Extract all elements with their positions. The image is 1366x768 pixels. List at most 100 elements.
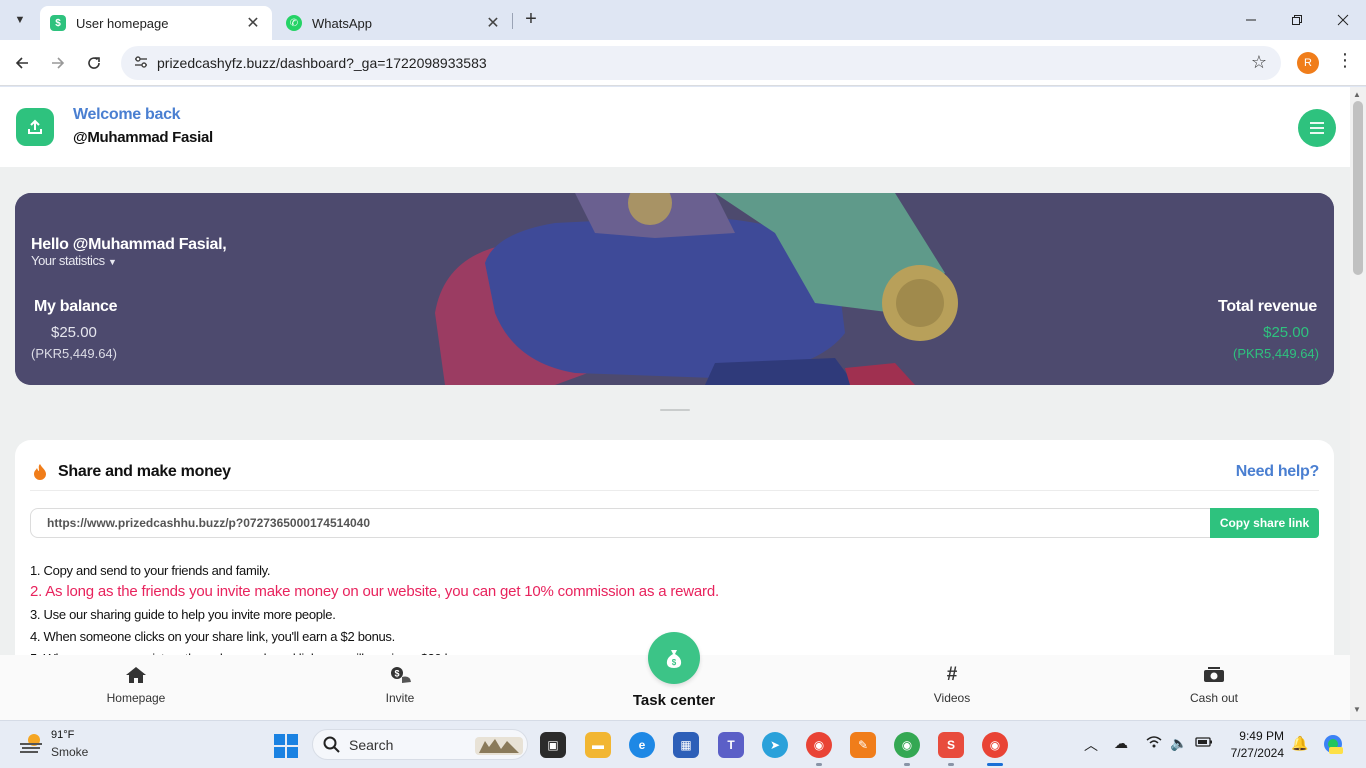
- file-explorer-icon[interactable]: ▬: [585, 732, 611, 758]
- copilot-icon[interactable]: [1322, 733, 1344, 758]
- revenue-usd: $25.00: [1263, 324, 1309, 341]
- telegram-icon[interactable]: ➤: [762, 732, 788, 758]
- close-tab-icon[interactable]: ✕: [244, 13, 262, 33]
- chrome-profile-icon[interactable]: ◉: [894, 732, 920, 758]
- statistics-toggle[interactable]: Your statistics ▼: [31, 253, 117, 268]
- weather-condition: Smoke: [51, 745, 89, 759]
- clock-date[interactable]: 7/27/2024: [1226, 746, 1284, 760]
- tab-search-button[interactable]: ▼: [8, 8, 32, 32]
- weather-widget[interactable]: [18, 732, 44, 756]
- taskbar-search[interactable]: Search: [312, 729, 528, 760]
- greeting-text: Hello @Muhammad Fasial,: [31, 236, 227, 253]
- volume-icon[interactable]: 🔈: [1170, 735, 1187, 752]
- scroll-down-icon[interactable]: ▼: [1353, 705, 1361, 714]
- show-hidden-icons-chevron[interactable]: ︿: [1084, 735, 1098, 755]
- chrome-icon[interactable]: ◉: [806, 732, 832, 758]
- back-button[interactable]: [9, 50, 35, 76]
- rule-item: 3. Use our sharing guide to help you inv…: [30, 607, 336, 622]
- app-indicator: [904, 763, 910, 766]
- wifi-icon[interactable]: [1146, 735, 1162, 752]
- app-header: Welcome back @Muhammad Fasial: [0, 87, 1350, 167]
- cash-icon: [1202, 665, 1226, 685]
- tab-user-homepage[interactable]: $ User homepage ✕: [40, 6, 272, 40]
- scrollbar-thumb[interactable]: [1353, 101, 1363, 275]
- revenue-pkr: (PKR5,449.64): [1233, 346, 1319, 361]
- tab-title: User homepage: [76, 15, 169, 31]
- bookmark-star-icon[interactable]: ☆: [1251, 52, 1267, 73]
- svg-text:$: $: [672, 658, 677, 667]
- close-window-button[interactable]: [1320, 6, 1366, 34]
- teams-icon[interactable]: T: [718, 732, 744, 758]
- hamburger-icon: [1310, 122, 1324, 134]
- invite-icon: $: [388, 665, 412, 685]
- minimize-button[interactable]: [1228, 6, 1274, 34]
- wallet-illustration: [15, 193, 1334, 385]
- task-center-label[interactable]: Task center: [624, 692, 724, 709]
- hamburger-menu-button[interactable]: [1298, 109, 1336, 147]
- restore-button[interactable]: [1274, 6, 1320, 34]
- balance-usd: $25.00: [51, 324, 97, 341]
- rule-item-highlight: 2. As long as the friends you invite mak…: [30, 583, 719, 600]
- copy-share-link-button[interactable]: Copy share link: [1210, 508, 1319, 538]
- new-tab-button[interactable]: +: [520, 8, 542, 32]
- reload-icon: [88, 57, 100, 69]
- nav-cash-out[interactable]: Cash out: [1164, 665, 1264, 705]
- app-indicator-active: [987, 763, 1003, 766]
- section-divider: [660, 409, 690, 411]
- browser-menu-icon[interactable]: ⋮: [1336, 50, 1354, 71]
- statistics-toggle-label: Your statistics: [31, 253, 105, 268]
- tab-title: WhatsApp: [312, 15, 372, 31]
- browser-toolbar: prizedcashyfz.buzz/dashboard?_ga=1722098…: [0, 40, 1366, 86]
- profile-avatar[interactable]: R: [1297, 52, 1319, 74]
- clock-time[interactable]: 9:49 PM: [1232, 729, 1284, 743]
- onedrive-icon[interactable]: ☁: [1114, 735, 1128, 752]
- rule-item: 1. Copy and send to your friends and fam…: [30, 563, 271, 578]
- balance-pkr: (PKR5,449.64): [31, 346, 117, 361]
- share-link-field[interactable]: https://www.prizedcashhu.buzz/p?07273650…: [30, 508, 1211, 538]
- search-highlight-icon: [475, 736, 523, 755]
- minimize-icon: [1246, 19, 1256, 21]
- address-bar[interactable]: prizedcashyfz.buzz/dashboard?_ga=1722098…: [121, 46, 1281, 80]
- nav-invite[interactable]: $ Invite: [350, 665, 450, 705]
- upload-button[interactable]: [16, 108, 54, 146]
- bottom-navigation: Homepage $ Invite $ Task center # Videos…: [0, 632, 1350, 720]
- page-scrollbar[interactable]: ▲ ▼: [1350, 87, 1366, 720]
- tab-whatsapp[interactable]: ✆ WhatsApp ✕: [276, 6, 512, 40]
- share-title: Share and make money: [58, 463, 231, 480]
- site-favicon-icon: $: [50, 15, 66, 31]
- reload-button[interactable]: [81, 50, 107, 76]
- page-viewport: Welcome back @Muhammad Fasial Hello @Muh…: [0, 87, 1350, 720]
- nav-videos[interactable]: # Videos: [902, 664, 1002, 705]
- upload-icon: [28, 119, 42, 134]
- balance-label: My balance: [34, 298, 118, 315]
- fire-icon: [33, 463, 47, 486]
- haze-sun-icon: [20, 734, 42, 753]
- store-icon[interactable]: ▦: [673, 732, 699, 758]
- task-center-button[interactable]: $: [648, 632, 700, 684]
- username-text: @Muhammad Fasial: [73, 129, 213, 146]
- temperature: 91°F: [51, 729, 75, 741]
- forward-button[interactable]: [45, 50, 71, 76]
- restore-icon: [1292, 15, 1302, 25]
- need-help-link[interactable]: Need help?: [1236, 463, 1320, 481]
- edge-icon[interactable]: e: [629, 732, 655, 758]
- battery-icon[interactable]: [1195, 735, 1213, 751]
- wps-office-icon[interactable]: S: [938, 732, 964, 758]
- url-text[interactable]: prizedcashyfz.buzz/dashboard?_ga=1722098…: [157, 55, 487, 71]
- chrome-active-icon[interactable]: ◉: [982, 732, 1008, 758]
- close-tab-icon[interactable]: ✕: [484, 13, 502, 33]
- windows-logo-icon: [274, 734, 298, 758]
- app-indicator: [816, 763, 822, 766]
- notification-bell-icon[interactable]: 🔔: [1291, 735, 1308, 752]
- task-view-icon[interactable]: ▣: [540, 732, 566, 758]
- nav-label: Invite: [385, 691, 415, 705]
- scroll-up-icon[interactable]: ▲: [1353, 90, 1361, 99]
- close-icon: [1337, 14, 1349, 26]
- site-settings-icon[interactable]: [133, 55, 151, 72]
- start-button[interactable]: [274, 734, 298, 763]
- chevron-down-icon: ▼: [14, 14, 26, 26]
- tab-separator: [512, 13, 513, 29]
- app-icon[interactable]: ✎: [850, 732, 876, 758]
- nav-homepage[interactable]: Homepage: [86, 665, 186, 705]
- nav-label: Cash out: [1189, 691, 1239, 705]
